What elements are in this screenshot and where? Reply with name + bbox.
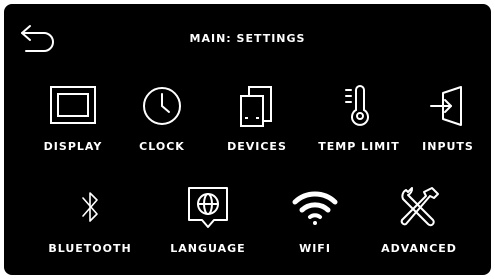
settings-screen: MAIN: SETTINGS DISPLAY CLOCK DEVICES TEM… bbox=[4, 4, 491, 275]
globe-icon bbox=[188, 187, 228, 228]
wifi-tile[interactable]: WIFI bbox=[267, 186, 363, 275]
advanced-tile[interactable]: ADVANCED bbox=[371, 186, 467, 275]
inputs-label: INPUTS bbox=[422, 140, 474, 153]
devices-tile[interactable]: DEVICES bbox=[209, 84, 305, 174]
wifi-label: WIFI bbox=[299, 242, 331, 255]
bluetooth-tile[interactable]: BLUETOOTH bbox=[42, 186, 138, 275]
bluetooth-label: BLUETOOTH bbox=[48, 242, 132, 255]
display-icon bbox=[50, 86, 96, 124]
bluetooth-icon bbox=[82, 192, 98, 222]
devices-icon bbox=[240, 86, 272, 127]
clock-label: CLOCK bbox=[139, 140, 185, 153]
display-label: DISPLAY bbox=[43, 140, 103, 153]
devices-label: DEVICES bbox=[227, 140, 287, 153]
thermometer-icon bbox=[345, 85, 369, 126]
display-tile[interactable]: DISPLAY bbox=[25, 84, 121, 174]
advanced-label: ADVANCED bbox=[381, 242, 457, 255]
clock-icon bbox=[143, 87, 181, 125]
temp-limit-label: TEMP LIMIT bbox=[318, 140, 400, 153]
wifi-icon bbox=[292, 191, 338, 225]
tools-icon bbox=[400, 187, 439, 227]
page-title: MAIN: SETTINGS bbox=[189, 32, 306, 45]
inputs-tile[interactable]: INPUTS bbox=[400, 84, 491, 174]
clock-tile[interactable]: CLOCK bbox=[114, 84, 210, 174]
temp-limit-tile[interactable]: TEMP LIMIT bbox=[311, 84, 407, 174]
language-tile[interactable]: LANGUAGE bbox=[160, 186, 256, 275]
inputs-icon bbox=[430, 86, 462, 126]
language-label: LANGUAGE bbox=[170, 242, 246, 255]
